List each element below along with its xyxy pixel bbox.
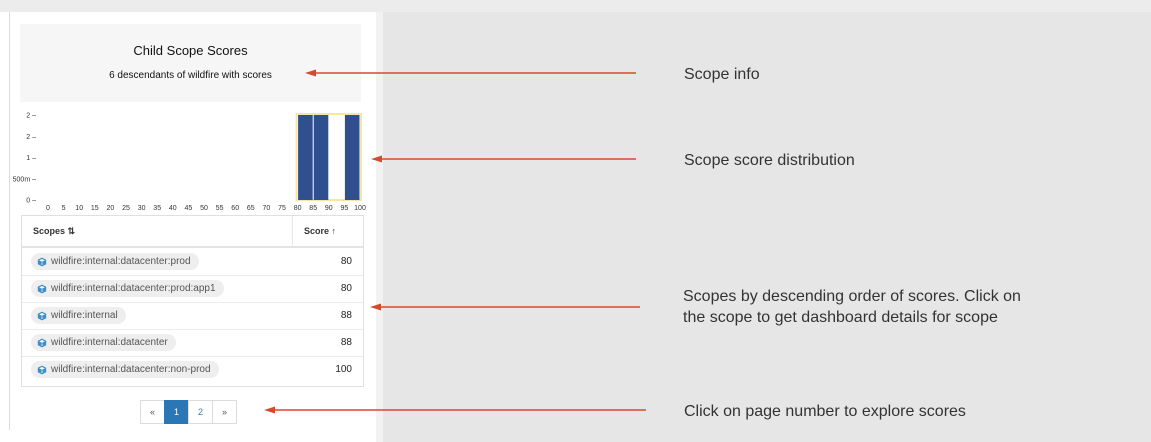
annotation-distribution: Scope score distribution	[684, 152, 855, 169]
annotation-table-line1: Scopes by descending order of scores. Cl…	[683, 288, 1021, 305]
arrowhead-distribution	[371, 155, 382, 163]
arrowhead-pager	[264, 406, 275, 414]
annotation-table-line2: the scope to get dashboard details for s…	[683, 309, 998, 326]
arrowhead-table	[370, 303, 381, 311]
arrowhead-scope-info	[305, 69, 316, 77]
annotation-arrows	[264, 69, 646, 414]
annotation-pager: Click on page number to explore scores	[684, 403, 966, 420]
annotation-scope-info: Scope info	[684, 66, 760, 83]
